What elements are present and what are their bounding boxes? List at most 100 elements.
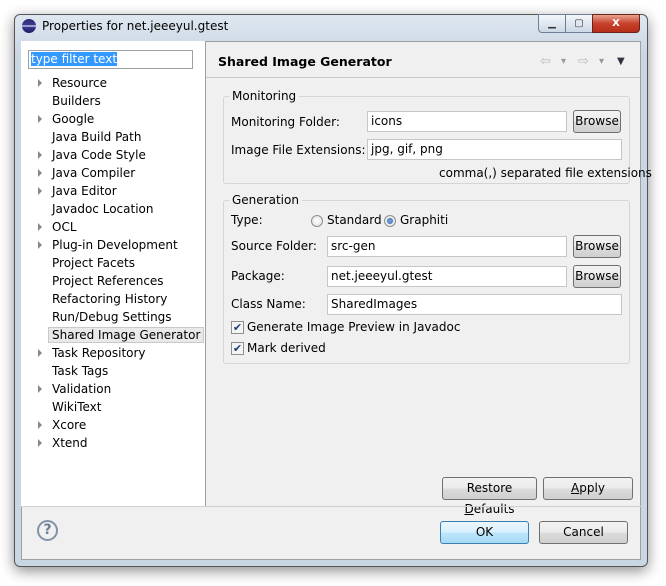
tree-item[interactable]: Task Tags: [52, 362, 108, 380]
tree-item[interactable]: Plug-in Development: [52, 236, 178, 254]
ok-button[interactable]: OK: [440, 521, 529, 544]
filter-text: type filter text: [31, 52, 118, 66]
tree-item[interactable]: Resource: [52, 74, 107, 92]
expand-arrow-icon[interactable]: [38, 439, 42, 447]
expand-arrow-icon[interactable]: [38, 115, 42, 123]
monitoring-browse-button[interactable]: Browse: [573, 110, 621, 133]
expand-arrow-icon[interactable]: [38, 223, 42, 231]
expand-arrow-icon[interactable]: [38, 169, 42, 177]
close-button[interactable]: X: [592, 14, 640, 33]
radio-graphiti[interactable]: [384, 215, 396, 227]
tree-item-label: Plug-in Development: [52, 238, 178, 252]
tree-item[interactable]: Java Build Path: [52, 128, 141, 146]
back-dropdown-icon[interactable]: ▾: [561, 56, 566, 67]
forward-icon[interactable]: ⇨: [578, 54, 589, 69]
tree-item-label: Project References: [52, 274, 164, 288]
restore-text-end: efaults: [473, 502, 515, 516]
tree-item-label: Refactoring History: [52, 292, 168, 306]
expand-arrow-icon[interactable]: [38, 241, 42, 249]
forward-dropdown-icon[interactable]: ▾: [599, 56, 604, 67]
filter-input[interactable]: type filter text: [28, 50, 193, 69]
tree-item-label: Xtend: [52, 436, 88, 450]
tree-item-label: Task Repository: [52, 346, 146, 360]
restore-text: Restore: [466, 481, 513, 495]
tree-item-label: Javadoc Location: [52, 202, 154, 216]
tree-item-label: Validation: [52, 382, 112, 396]
extensions-input[interactable]: jpg, gif, png: [367, 139, 622, 160]
back-icon[interactable]: ⇦: [540, 54, 551, 69]
tree-item-label: Java Code Style: [52, 148, 146, 162]
tree-item[interactable]: OCL: [52, 218, 77, 236]
expand-arrow-icon[interactable]: [38, 421, 42, 429]
tree-item[interactable]: Task Repository: [52, 344, 146, 362]
radio-graphiti-label[interactable]: Graphiti: [400, 213, 448, 227]
class-name-input[interactable]: SharedImages: [327, 294, 622, 315]
preview-checkbox-label[interactable]: Generate Image Preview in Javadoc: [247, 320, 460, 334]
tree-item[interactable]: Xtend: [52, 434, 88, 452]
expand-arrow-icon[interactable]: [38, 151, 42, 159]
tree-item-label: Project Facets: [52, 256, 135, 270]
tree-item[interactable]: Java Compiler: [52, 164, 135, 182]
tree-item-label: Java Compiler: [52, 166, 136, 180]
expand-arrow-icon[interactable]: [38, 79, 42, 87]
tree-item-label: Builders: [52, 94, 101, 108]
source-browse-button[interactable]: Browse: [573, 235, 621, 258]
monitoring-folder-input[interactable]: icons: [367, 111, 567, 132]
source-folder-label: Source Folder:: [231, 239, 317, 253]
tree-item[interactable]: Google: [52, 110, 94, 128]
maximize-button[interactable]: ▢: [565, 14, 593, 33]
generation-group-label: Generation: [229, 193, 302, 207]
package-browse-button[interactable]: Browse: [573, 265, 621, 288]
type-label: Type:: [231, 213, 263, 227]
apply-text: pply: [579, 481, 605, 495]
tree-item[interactable]: Shared Image Generator: [48, 326, 205, 344]
view-menu-icon[interactable]: ▼: [617, 56, 625, 67]
package-input[interactable]: net.jeeeyul.gtest: [327, 266, 567, 287]
tree-item-label: Shared Image Generator: [48, 327, 205, 343]
tree-item[interactable]: Run/Debug Settings: [52, 308, 172, 326]
tree-item-label: Xcore: [52, 418, 87, 432]
tree-item[interactable]: Project References: [52, 272, 164, 290]
source-folder-input[interactable]: src-gen: [327, 236, 567, 257]
minimize-button[interactable]: ▁: [538, 14, 566, 33]
tree-item-label: Google: [52, 112, 95, 126]
window-title: Properties for net.jeeeyul.gtest: [42, 19, 229, 33]
footer-divider: [21, 506, 641, 507]
tree-item[interactable]: Project Facets: [52, 254, 135, 272]
tree-item[interactable]: Java Code Style: [52, 146, 146, 164]
derived-checkbox[interactable]: ✔: [231, 342, 244, 355]
tree-item[interactable]: Javadoc Location: [52, 200, 153, 218]
tree-item[interactable]: Java Editor: [52, 182, 117, 200]
tree-item[interactable]: Refactoring History: [52, 290, 167, 308]
preview-checkbox[interactable]: ✔: [231, 321, 244, 334]
monitoring-folder-label: Monitoring Folder:: [231, 115, 340, 129]
cancel-button[interactable]: Cancel: [539, 521, 628, 544]
expand-arrow-icon[interactable]: [38, 385, 42, 393]
expand-arrow-icon[interactable]: [38, 187, 42, 195]
tree-item[interactable]: Builders: [52, 92, 101, 110]
radio-standard-label[interactable]: Standard: [327, 213, 382, 227]
tree-item[interactable]: WikiText: [52, 398, 102, 416]
page-title: Shared Image Generator: [218, 54, 392, 69]
tree-item-label: Run/Debug Settings: [52, 310, 172, 324]
help-icon[interactable]: ?: [37, 520, 58, 541]
package-label: Package:: [231, 269, 285, 283]
restore-defaults-button[interactable]: Restore Defaults: [442, 477, 537, 516]
radio-standard[interactable]: [311, 215, 323, 227]
tree-item-label: Resource: [52, 76, 108, 90]
tree-item-label: Java Editor: [52, 184, 117, 198]
tree-item-label: Task Tags: [52, 364, 109, 378]
extensions-label: Image File Extensions:: [231, 143, 366, 157]
header-divider: [206, 77, 640, 78]
monitoring-group-label: Monitoring: [229, 89, 300, 103]
tree-item[interactable]: Xcore: [52, 416, 86, 434]
derived-checkbox-label[interactable]: Mark derived: [247, 341, 326, 355]
tree-item-label: WikiText: [52, 400, 102, 414]
tree-item[interactable]: Validation: [52, 380, 111, 398]
extensions-hint: comma(,) separated file extensions: [439, 166, 652, 180]
restore-mnemonic: D: [464, 502, 474, 516]
tree-item-label: Java Build Path: [52, 130, 142, 144]
expand-arrow-icon[interactable]: [38, 349, 42, 357]
class-name-label: Class Name:: [231, 297, 306, 311]
apply-button[interactable]: Apply: [543, 477, 633, 500]
